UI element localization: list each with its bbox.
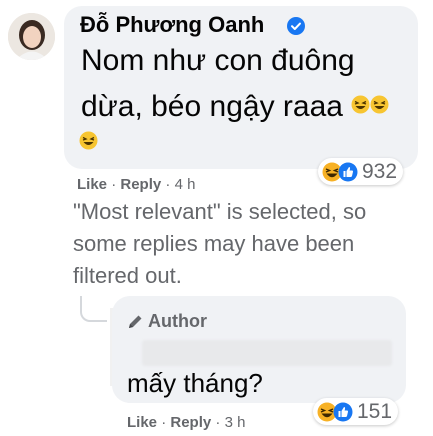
action-separator: ·: [161, 414, 167, 431]
reply-text: mấy tháng?: [127, 368, 263, 398]
comment-text-line-2: dừa, béo ngậy raaa: [81, 88, 389, 124]
laughing-emoji-icon: [351, 88, 370, 114]
comment-author-name[interactable]: Đỗ Phương Oanh: [80, 12, 264, 38]
like-reaction-icon: [338, 162, 358, 182]
comment-actions: Like · Reply · 4 h: [77, 176, 195, 193]
like-button[interactable]: Like: [77, 176, 107, 193]
laughing-emoji-icon: [370, 88, 389, 114]
reaction-summary[interactable]: 932: [318, 158, 404, 185]
replies-filter-note: "Most relevant" is selected, so some rep…: [73, 199, 367, 288]
comment-text-line-1: Nom như con đuông: [81, 44, 355, 77]
reply-timestamp[interactable]: 3 h: [225, 414, 246, 431]
redacted-reply-author: [142, 340, 392, 366]
laughing-emoji-icon: [79, 131, 98, 155]
like-reaction-icon: [333, 402, 353, 422]
reply-reaction-count: 151: [357, 399, 393, 423]
avatar[interactable]: [8, 13, 55, 60]
author-badge-label: Author: [148, 311, 207, 331]
action-separator: ·: [215, 414, 221, 431]
reply-button[interactable]: Reply: [120, 176, 161, 193]
reply-reaction-summary[interactable]: 151: [313, 398, 399, 425]
verified-badge-icon: [287, 17, 305, 35]
comment-thread: Đỗ Phương Oanh Nom như con đuông dừa, bé…: [0, 0, 433, 436]
comment-text-line-2-text: dừa, béo ngậy raaa: [81, 90, 343, 123]
pencil-icon: [127, 313, 144, 330]
comment-timestamp[interactable]: 4 h: [175, 176, 196, 193]
action-separator: ·: [111, 176, 117, 193]
reaction-count: 932: [362, 159, 398, 183]
reply-actions: Like · Reply · 3 h: [127, 414, 245, 431]
author-badge: Author: [127, 311, 207, 332]
reply-like-button[interactable]: Like: [127, 414, 157, 431]
action-separator: ·: [165, 176, 171, 193]
reply-thread-connector: [80, 296, 107, 322]
reply-reply-button[interactable]: Reply: [170, 414, 211, 431]
